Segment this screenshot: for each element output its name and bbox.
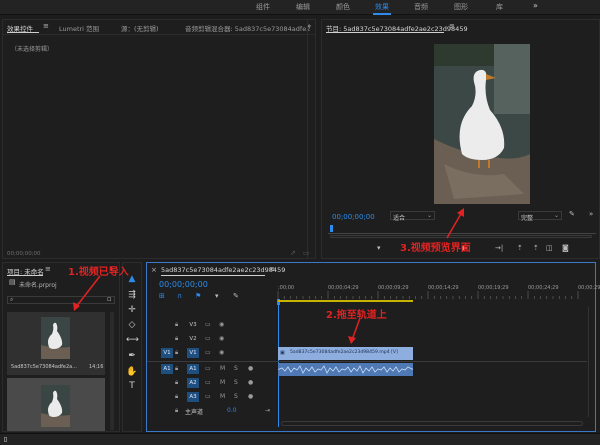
- annotation-step-2: 2.拖至轨道上: [326, 310, 387, 321]
- annotation-arrows: [73, 208, 464, 344]
- arrowhead-timeline: [348, 336, 356, 344]
- annotation-step-1: 1.视频已导入: [68, 267, 129, 278]
- arrow-to-timeline-clip: [351, 317, 361, 341]
- arrow-to-project-clip: [75, 275, 101, 308]
- arrow-to-preview: [446, 211, 463, 239]
- annotation-step-3: 3.视频预览界面: [400, 243, 471, 254]
